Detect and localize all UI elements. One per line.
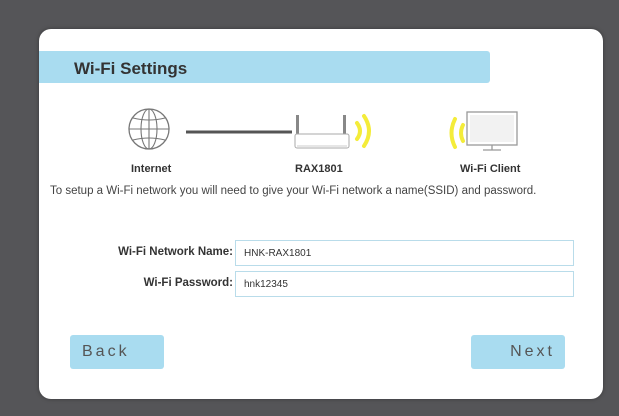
network-name-row: Wi-Fi Network Name: bbox=[39, 240, 603, 266]
next-button[interactable]: Next bbox=[471, 335, 565, 369]
network-name-input[interactable] bbox=[235, 240, 574, 266]
client-signal-icon bbox=[449, 117, 465, 149]
password-input[interactable] bbox=[235, 271, 574, 297]
globe-icon bbox=[128, 108, 170, 150]
back-button[interactable]: Back bbox=[70, 335, 164, 369]
password-row: Wi-Fi Password: bbox=[39, 271, 603, 297]
network-name-label: Wi-Fi Network Name: bbox=[118, 246, 233, 258]
client-label: Wi-Fi Client bbox=[460, 163, 521, 175]
password-label: Wi-Fi Password: bbox=[143, 277, 233, 289]
network-diagram: Internet RAX1801 Wi-Fi Client bbox=[39, 29, 603, 189]
wifi-signal-icon bbox=[355, 114, 371, 148]
intro-text: To setup a Wi-Fi network you will need t… bbox=[50, 185, 537, 197]
router-label: RAX1801 bbox=[295, 163, 343, 175]
internet-label: Internet bbox=[131, 163, 172, 175]
router-icon bbox=[294, 115, 350, 149]
monitor-icon bbox=[466, 111, 518, 151]
wifi-settings-panel: Wi-Fi Settings Internet RAX1801 Wi-Fi Cl… bbox=[39, 29, 603, 399]
